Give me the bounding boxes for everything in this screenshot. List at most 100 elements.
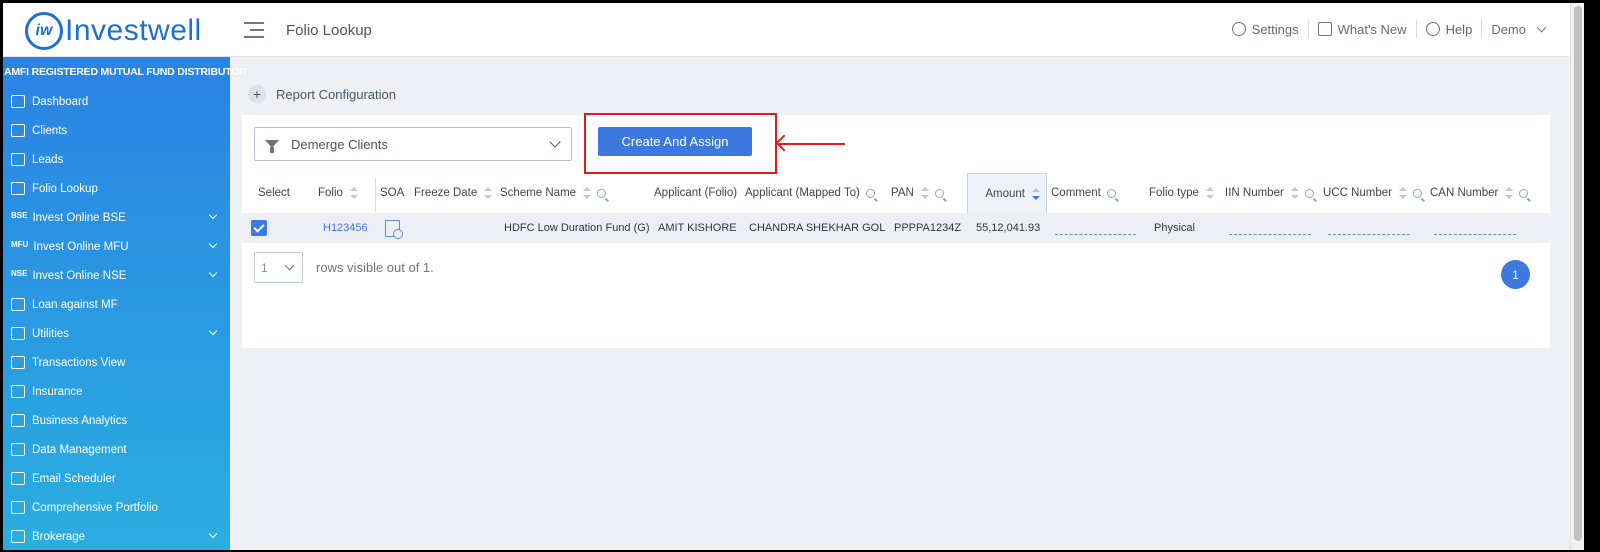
column-divider (375, 178, 376, 212)
client-action-dropdown[interactable]: Demerge Clients (254, 127, 572, 161)
checkbox-checked-icon (251, 220, 267, 236)
sidebar-item-invest-online-bse[interactable]: BSE Invest Online BSE (3, 203, 230, 232)
scrollbar-thumb[interactable] (1574, 6, 1582, 541)
search-icon[interactable] (1304, 188, 1314, 198)
sidebar-item-label: Invest Online MFU (33, 240, 129, 253)
chevron-down-icon[interactable] (208, 268, 218, 278)
sidebar-item-comprehensive-portfolio[interactable]: Comprehensive Portfolio (3, 493, 230, 522)
sidebar-item-invest-online-nse[interactable]: NSE Invest Online NSE (3, 261, 230, 290)
col-folio[interactable]: Folio (318, 173, 358, 213)
table-header: Select Folio SOA Freeze Date Scheme Name… (242, 173, 1550, 213)
annotation-arrow (779, 143, 845, 145)
chevron-down-icon[interactable] (208, 239, 218, 249)
can-number-input[interactable] (1434, 234, 1516, 235)
whats-new-link[interactable]: What's New (1309, 20, 1417, 38)
col-iin-number[interactable]: IIN Number (1225, 173, 1314, 213)
col-applicant-folio: Applicant (Folio) (654, 187, 738, 199)
folio-link[interactable]: H123456 (323, 213, 368, 243)
analytics-icon (11, 414, 25, 427)
sort-icon[interactable] (349, 187, 358, 199)
ucc-number-input[interactable] (1328, 234, 1410, 235)
sort-icon[interactable] (1505, 187, 1514, 199)
settings-link[interactable]: Settings (1223, 20, 1309, 38)
sidebar-item-leads[interactable]: Leads (3, 145, 230, 174)
sidebar-item-invest-online-mfu[interactable]: MFU Invest Online MFU (3, 232, 230, 261)
chevron-down-icon[interactable] (208, 326, 218, 336)
search-icon[interactable] (1413, 188, 1423, 198)
cell-pan: PPPPA1234Z (894, 222, 962, 234)
bse-icon: BSE (11, 211, 28, 220)
transactions-icon (11, 356, 25, 369)
investwell-logo[interactable]: iw Investwell (25, 12, 202, 50)
sidebar-item-label: Insurance (32, 385, 83, 398)
chevron-down-icon[interactable] (208, 210, 218, 220)
app-window: iw Investwell Folio Lookup Settings What… (3, 3, 1584, 550)
rows-visible-text: rows visible out of 1. (316, 260, 434, 275)
col-applicant-mapped[interactable]: Applicant (Mapped To) (745, 173, 875, 213)
soa-download[interactable] (385, 213, 403, 243)
folio-lookup-icon (11, 182, 25, 195)
sidebar-item-loan-against-mf[interactable]: Loan against MF (3, 290, 230, 319)
search-icon[interactable] (1106, 188, 1116, 198)
vertical-scrollbar[interactable] (1570, 3, 1584, 550)
search-icon[interactable] (597, 188, 607, 198)
search-icon[interactable] (865, 188, 875, 198)
cell-folio-type: Physical (1154, 222, 1195, 234)
user-name: Demo (1491, 21, 1526, 37)
sidebar-item-data-management[interactable]: Data Management (3, 435, 230, 464)
sidebar-item-label: Data Management (32, 443, 127, 456)
search-icon[interactable] (934, 188, 944, 198)
col-comment[interactable]: Comment (1051, 173, 1116, 213)
home-icon (11, 95, 25, 108)
report-configuration-toggle[interactable]: + Report Configuration (248, 85, 396, 103)
sort-icon[interactable] (583, 187, 592, 199)
rows-pager: 1 rows visible out of 1. (254, 252, 434, 283)
folio-table-card: Demerge Clients Create And Assign Select… (242, 113, 1550, 348)
help-link[interactable]: Help (1417, 20, 1483, 38)
col-folio-type[interactable]: Folio type (1149, 173, 1214, 213)
sort-icon[interactable] (1290, 187, 1299, 199)
rows-per-page-select[interactable]: 1 (254, 252, 303, 283)
filter-icon (265, 140, 279, 153)
sidebar-item-insurance[interactable]: Insurance (3, 377, 230, 406)
sidebar-item-transactions-view[interactable]: Transactions View (3, 348, 230, 377)
col-amount[interactable]: Amount (967, 173, 1047, 213)
cell-scheme-name: HDFC Low Duration Fund (G) (504, 222, 650, 234)
page-number-button[interactable]: 1 (1501, 260, 1530, 289)
page-title: Folio Lookup (286, 22, 372, 39)
col-scheme-name[interactable]: Scheme Name (500, 173, 607, 213)
chevron-down-icon[interactable] (208, 529, 218, 539)
row-select-checkbox[interactable] (251, 213, 267, 243)
col-pan[interactable]: PAN (891, 173, 944, 213)
loan-icon (11, 298, 25, 311)
user-menu[interactable]: Demo (1482, 20, 1554, 38)
sort-desc-icon[interactable] (1032, 187, 1040, 200)
col-can-number[interactable]: CAN Number (1430, 173, 1529, 213)
sidebar-item-utilities[interactable]: Utilities (3, 319, 230, 348)
sidebar-item-brokerage[interactable]: Brokerage (3, 522, 230, 550)
col-select: Select (258, 187, 290, 199)
menu-toggle-icon[interactable] (244, 22, 264, 40)
sort-icon[interactable] (920, 187, 929, 199)
col-ucc-number[interactable]: UCC Number (1323, 173, 1423, 213)
sidebar-item-dashboard[interactable]: Dashboard (3, 87, 230, 116)
sort-icon[interactable] (484, 187, 493, 199)
sort-icon[interactable] (1399, 187, 1408, 199)
iin-number-input[interactable] (1229, 234, 1311, 235)
comment-input[interactable] (1055, 234, 1136, 235)
report-configuration-label: Report Configuration (276, 86, 396, 102)
sort-icon[interactable] (1205, 187, 1214, 199)
sidebar-item-clients[interactable]: Clients (3, 116, 230, 145)
col-soa: SOA (380, 187, 405, 199)
col-freeze-date[interactable]: Freeze Date (414, 173, 493, 213)
sidebar-item-folio-lookup[interactable]: Folio Lookup (3, 174, 230, 203)
nse-icon: NSE (11, 269, 28, 278)
sidebar-item-email-scheduler[interactable]: Email Scheduler (3, 464, 230, 493)
help-label: Help (1445, 21, 1473, 37)
search-icon[interactable] (1519, 188, 1529, 198)
sidebar-item-label: Email Scheduler (32, 472, 116, 485)
annotation-highlight-box (584, 113, 777, 174)
sidebar-item-business-analytics[interactable]: Business Analytics (3, 406, 230, 435)
sidebar-nav: Dashboard Clients Leads Folio Lookup BSE Inve… (3, 87, 230, 550)
document-icon (385, 219, 403, 239)
